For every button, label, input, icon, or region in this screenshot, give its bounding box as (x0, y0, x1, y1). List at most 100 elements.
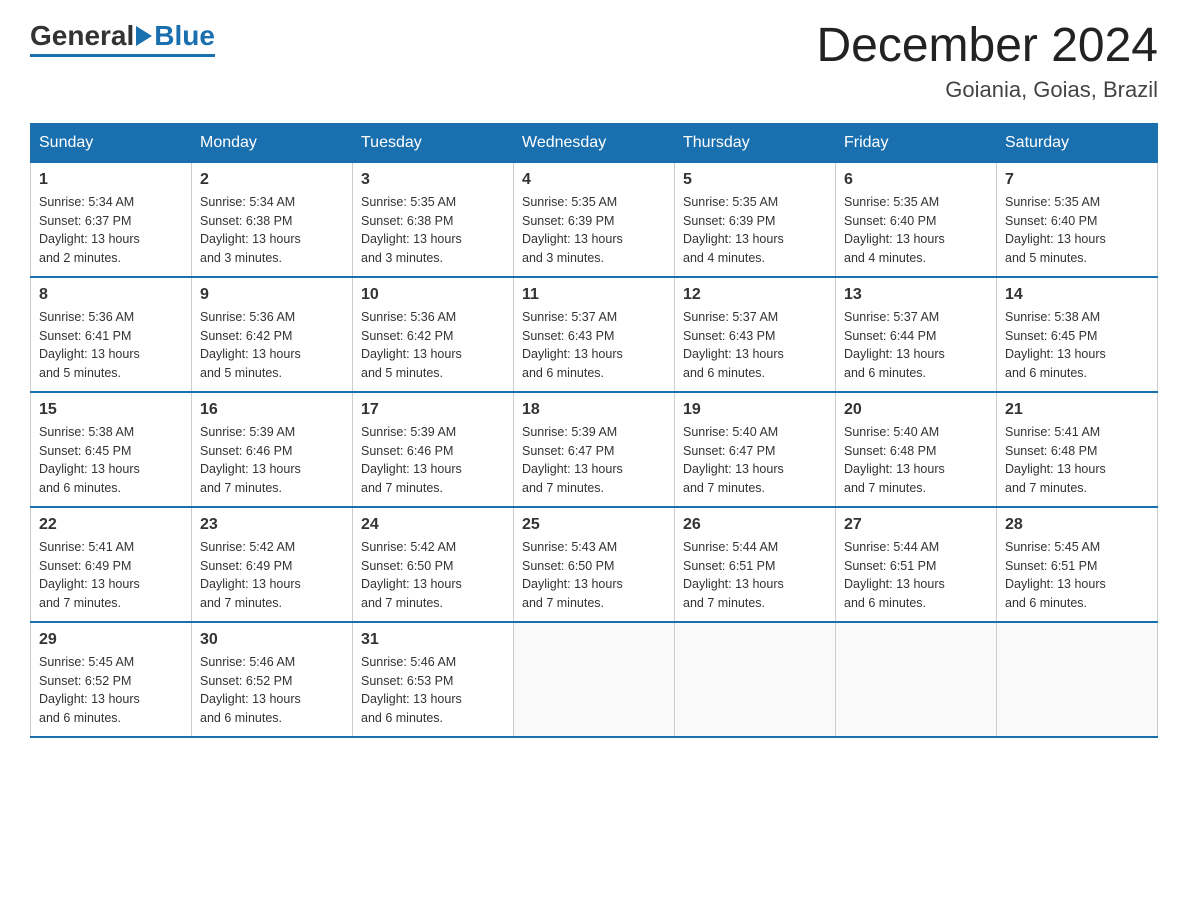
day-info: Sunrise: 5:35 AMSunset: 6:40 PMDaylight:… (1005, 195, 1106, 265)
calendar-cell: 28 Sunrise: 5:45 AMSunset: 6:51 PMDaylig… (997, 507, 1158, 622)
day-info: Sunrise: 5:39 AMSunset: 6:46 PMDaylight:… (361, 425, 462, 495)
day-number: 18 (522, 401, 666, 419)
calendar-cell: 27 Sunrise: 5:44 AMSunset: 6:51 PMDaylig… (836, 507, 997, 622)
day-info: Sunrise: 5:42 AMSunset: 6:49 PMDaylight:… (200, 540, 301, 610)
calendar-cell: 18 Sunrise: 5:39 AMSunset: 6:47 PMDaylig… (514, 392, 675, 507)
day-number: 29 (39, 631, 183, 649)
day-number: 9 (200, 286, 344, 304)
calendar-cell: 12 Sunrise: 5:37 AMSunset: 6:43 PMDaylig… (675, 277, 836, 392)
logo-blue-text: Blue (154, 20, 215, 52)
day-number: 21 (1005, 401, 1149, 419)
day-number: 5 (683, 171, 827, 189)
day-number: 31 (361, 631, 505, 649)
calendar-header-sunday: Sunday (31, 123, 192, 162)
header-right: December 2024 Goiania, Goias, Brazil (816, 20, 1158, 103)
calendar-cell (514, 622, 675, 737)
day-info: Sunrise: 5:37 AMSunset: 6:44 PMDaylight:… (844, 310, 945, 380)
logo: General Blue (30, 20, 215, 57)
day-info: Sunrise: 5:43 AMSunset: 6:50 PMDaylight:… (522, 540, 623, 610)
day-info: Sunrise: 5:45 AMSunset: 6:52 PMDaylight:… (39, 655, 140, 725)
calendar-cell: 30 Sunrise: 5:46 AMSunset: 6:52 PMDaylig… (192, 622, 353, 737)
day-number: 20 (844, 401, 988, 419)
calendar-cell: 4 Sunrise: 5:35 AMSunset: 6:39 PMDayligh… (514, 162, 675, 277)
calendar-cell: 9 Sunrise: 5:36 AMSunset: 6:42 PMDayligh… (192, 277, 353, 392)
calendar-cell: 29 Sunrise: 5:45 AMSunset: 6:52 PMDaylig… (31, 622, 192, 737)
calendar-cell: 10 Sunrise: 5:36 AMSunset: 6:42 PMDaylig… (353, 277, 514, 392)
day-info: Sunrise: 5:46 AMSunset: 6:52 PMDaylight:… (200, 655, 301, 725)
calendar-cell: 17 Sunrise: 5:39 AMSunset: 6:46 PMDaylig… (353, 392, 514, 507)
day-number: 11 (522, 286, 666, 304)
calendar-cell: 11 Sunrise: 5:37 AMSunset: 6:43 PMDaylig… (514, 277, 675, 392)
day-info: Sunrise: 5:35 AMSunset: 6:40 PMDaylight:… (844, 195, 945, 265)
calendar-header-tuesday: Tuesday (353, 123, 514, 162)
calendar-header-friday: Friday (836, 123, 997, 162)
day-info: Sunrise: 5:40 AMSunset: 6:48 PMDaylight:… (844, 425, 945, 495)
day-number: 22 (39, 516, 183, 534)
calendar-cell: 5 Sunrise: 5:35 AMSunset: 6:39 PMDayligh… (675, 162, 836, 277)
calendar-cell: 22 Sunrise: 5:41 AMSunset: 6:49 PMDaylig… (31, 507, 192, 622)
day-info: Sunrise: 5:36 AMSunset: 6:42 PMDaylight:… (361, 310, 462, 380)
day-info: Sunrise: 5:39 AMSunset: 6:47 PMDaylight:… (522, 425, 623, 495)
calendar-cell: 3 Sunrise: 5:35 AMSunset: 6:38 PMDayligh… (353, 162, 514, 277)
calendar-header-saturday: Saturday (997, 123, 1158, 162)
day-number: 13 (844, 286, 988, 304)
day-info: Sunrise: 5:34 AMSunset: 6:38 PMDaylight:… (200, 195, 301, 265)
calendar-cell: 16 Sunrise: 5:39 AMSunset: 6:46 PMDaylig… (192, 392, 353, 507)
calendar-cell (675, 622, 836, 737)
calendar-week-row: 29 Sunrise: 5:45 AMSunset: 6:52 PMDaylig… (31, 622, 1158, 737)
page-header: General Blue December 2024 Goiania, Goia… (30, 20, 1158, 103)
calendar-table: SundayMondayTuesdayWednesdayThursdayFrid… (30, 123, 1158, 738)
day-info: Sunrise: 5:34 AMSunset: 6:37 PMDaylight:… (39, 195, 140, 265)
calendar-cell (836, 622, 997, 737)
day-info: Sunrise: 5:45 AMSunset: 6:51 PMDaylight:… (1005, 540, 1106, 610)
day-number: 26 (683, 516, 827, 534)
calendar-header-wednesday: Wednesday (514, 123, 675, 162)
day-info: Sunrise: 5:46 AMSunset: 6:53 PMDaylight:… (361, 655, 462, 725)
day-info: Sunrise: 5:37 AMSunset: 6:43 PMDaylight:… (522, 310, 623, 380)
day-number: 27 (844, 516, 988, 534)
day-number: 2 (200, 171, 344, 189)
day-number: 3 (361, 171, 505, 189)
calendar-cell: 26 Sunrise: 5:44 AMSunset: 6:51 PMDaylig… (675, 507, 836, 622)
day-number: 1 (39, 171, 183, 189)
calendar-week-row: 22 Sunrise: 5:41 AMSunset: 6:49 PMDaylig… (31, 507, 1158, 622)
calendar-cell: 14 Sunrise: 5:38 AMSunset: 6:45 PMDaylig… (997, 277, 1158, 392)
logo-underline (30, 54, 215, 57)
calendar-header-monday: Monday (192, 123, 353, 162)
calendar-cell: 25 Sunrise: 5:43 AMSunset: 6:50 PMDaylig… (514, 507, 675, 622)
day-info: Sunrise: 5:44 AMSunset: 6:51 PMDaylight:… (683, 540, 784, 610)
day-info: Sunrise: 5:35 AMSunset: 6:38 PMDaylight:… (361, 195, 462, 265)
calendar-cell: 6 Sunrise: 5:35 AMSunset: 6:40 PMDayligh… (836, 162, 997, 277)
calendar-cell: 20 Sunrise: 5:40 AMSunset: 6:48 PMDaylig… (836, 392, 997, 507)
day-number: 25 (522, 516, 666, 534)
day-info: Sunrise: 5:44 AMSunset: 6:51 PMDaylight:… (844, 540, 945, 610)
day-number: 23 (200, 516, 344, 534)
day-number: 15 (39, 401, 183, 419)
day-number: 28 (1005, 516, 1149, 534)
day-number: 7 (1005, 171, 1149, 189)
calendar-cell: 24 Sunrise: 5:42 AMSunset: 6:50 PMDaylig… (353, 507, 514, 622)
calendar-cell: 19 Sunrise: 5:40 AMSunset: 6:47 PMDaylig… (675, 392, 836, 507)
day-number: 8 (39, 286, 183, 304)
calendar-cell (997, 622, 1158, 737)
calendar-cell: 31 Sunrise: 5:46 AMSunset: 6:53 PMDaylig… (353, 622, 514, 737)
day-info: Sunrise: 5:42 AMSunset: 6:50 PMDaylight:… (361, 540, 462, 610)
calendar-cell: 8 Sunrise: 5:36 AMSunset: 6:41 PMDayligh… (31, 277, 192, 392)
day-info: Sunrise: 5:35 AMSunset: 6:39 PMDaylight:… (683, 195, 784, 265)
day-info: Sunrise: 5:41 AMSunset: 6:49 PMDaylight:… (39, 540, 140, 610)
day-info: Sunrise: 5:38 AMSunset: 6:45 PMDaylight:… (1005, 310, 1106, 380)
calendar-cell: 1 Sunrise: 5:34 AMSunset: 6:37 PMDayligh… (31, 162, 192, 277)
day-info: Sunrise: 5:41 AMSunset: 6:48 PMDaylight:… (1005, 425, 1106, 495)
day-number: 16 (200, 401, 344, 419)
day-number: 30 (200, 631, 344, 649)
calendar-cell: 7 Sunrise: 5:35 AMSunset: 6:40 PMDayligh… (997, 162, 1158, 277)
calendar-header-row: SundayMondayTuesdayWednesdayThursdayFrid… (31, 123, 1158, 162)
day-number: 17 (361, 401, 505, 419)
day-info: Sunrise: 5:35 AMSunset: 6:39 PMDaylight:… (522, 195, 623, 265)
day-info: Sunrise: 5:37 AMSunset: 6:43 PMDaylight:… (683, 310, 784, 380)
day-number: 10 (361, 286, 505, 304)
calendar-header-thursday: Thursday (675, 123, 836, 162)
day-number: 24 (361, 516, 505, 534)
day-number: 4 (522, 171, 666, 189)
calendar-cell: 2 Sunrise: 5:34 AMSunset: 6:38 PMDayligh… (192, 162, 353, 277)
